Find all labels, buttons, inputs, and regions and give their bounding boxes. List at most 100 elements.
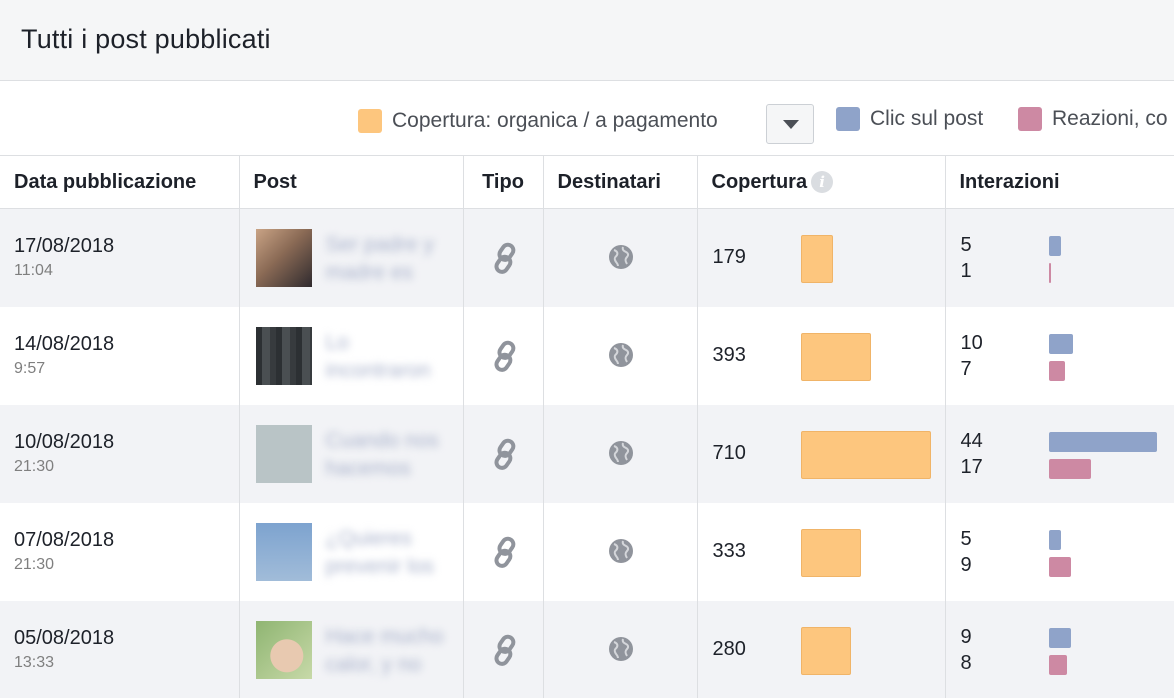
clicks-value: 5 bbox=[960, 234, 972, 256]
table-row[interactable]: 14/08/2018 9:57 Lo incontraron 393 10 7 bbox=[0, 306, 1174, 405]
reach-value: 280 bbox=[712, 637, 746, 660]
column-header-reach-label: Copertura bbox=[711, 170, 808, 193]
post-thumbnail[interactable] bbox=[255, 229, 312, 287]
post-date: 17/08/2018 bbox=[14, 235, 115, 257]
post-preview-line2: hacemos bbox=[325, 456, 411, 480]
table-row[interactable]: 07/08/2018 21:30 ¿Quieres prevenir los 33… bbox=[0, 502, 1174, 601]
cell-post[interactable]: Cuando nos hacemos bbox=[239, 404, 464, 503]
post-preview[interactable]: ¿Quieres prevenir los bbox=[326, 525, 435, 581]
clicks-bar bbox=[1048, 431, 1157, 452]
cell-post[interactable]: Hace mucho calor, y no bbox=[239, 600, 464, 698]
post-date: 14/08/2018 bbox=[14, 332, 115, 355]
post-thumbnail[interactable] bbox=[255, 424, 312, 483]
reactions-value: 17 bbox=[960, 455, 983, 478]
legend-reach-label: Copertura: organica / a pagamento bbox=[392, 109, 718, 132]
column-header-reach[interactable]: Copertura i bbox=[697, 155, 946, 209]
post-preview-line1: Hace mucho bbox=[325, 624, 444, 648]
reach-bar bbox=[800, 430, 931, 479]
post-preview[interactable]: Ser padre y madre es bbox=[326, 231, 435, 287]
clicks-value: 10 bbox=[960, 331, 983, 354]
post-preview-line1: Lo bbox=[325, 330, 349, 354]
post-preview[interactable]: Cuando nos hacemos bbox=[326, 427, 439, 483]
cell-reach: 280 bbox=[697, 600, 946, 698]
post-date: 07/08/2018 bbox=[14, 528, 115, 551]
column-header-interactions[interactable]: Interazioni bbox=[945, 155, 1174, 209]
reach-bar bbox=[800, 235, 833, 283]
cell-reach: 179 bbox=[697, 208, 946, 307]
table-row[interactable]: 17/08/2018 11:04 Ser padre y madre es 179… bbox=[0, 208, 1174, 307]
cell-date: 10/08/2018 21:30 bbox=[0, 404, 240, 503]
post-preview[interactable]: Lo incontraron bbox=[326, 329, 431, 385]
table-row[interactable]: 10/08/2018 21:30 Cuando nos hacemos 710 4… bbox=[0, 404, 1174, 503]
cell-type bbox=[463, 502, 544, 601]
clicks-value: 44 bbox=[960, 429, 983, 452]
chevron-down-icon bbox=[783, 120, 799, 129]
legend-reactions: Reazioni, co bbox=[1018, 105, 1168, 133]
column-header-date[interactable]: Data pubblicazione bbox=[0, 155, 240, 209]
reach-type-dropdown[interactable] bbox=[766, 104, 814, 144]
cell-audience bbox=[543, 600, 698, 698]
column-header-audience[interactable]: Destinatari bbox=[543, 155, 698, 209]
globe-icon bbox=[608, 538, 633, 563]
column-header-post[interactable]: Post bbox=[239, 155, 464, 209]
clicks-bar bbox=[1048, 236, 1061, 256]
reach-value: 710 bbox=[712, 441, 746, 464]
post-time: 21:30 bbox=[14, 555, 55, 573]
post-preview[interactable]: Hace mucho calor, y no bbox=[326, 623, 444, 679]
post-thumbnail[interactable] bbox=[255, 522, 312, 581]
legend-reactions-label: Reazioni, co bbox=[1052, 107, 1168, 130]
post-preview-line2: prevenir los bbox=[325, 554, 435, 578]
post-preview-line1: Cuando nos bbox=[325, 428, 439, 452]
post-preview-line2: calor, y no bbox=[325, 652, 422, 676]
cell-date: 07/08/2018 21:30 bbox=[0, 502, 240, 601]
reach-value: 393 bbox=[712, 343, 746, 366]
cell-interactions: 9 8 bbox=[945, 600, 1174, 698]
legend-reach-swatch bbox=[358, 109, 382, 133]
cell-interactions: 5 1 bbox=[945, 208, 1174, 307]
clicks-value: 5 bbox=[960, 527, 972, 550]
cell-type bbox=[463, 600, 544, 698]
post-time: 11:04 bbox=[14, 262, 53, 279]
page-header: Tutti i post pubblicati bbox=[0, 0, 1174, 81]
post-preview-line2: madre es bbox=[325, 261, 414, 284]
info-icon[interactable]: i bbox=[811, 171, 834, 194]
reactions-value: 7 bbox=[960, 357, 972, 380]
reactions-bar bbox=[1048, 556, 1071, 577]
globe-icon bbox=[608, 342, 633, 367]
cell-audience bbox=[543, 502, 698, 601]
link-icon bbox=[493, 242, 515, 274]
legend-clicks-swatch bbox=[836, 107, 860, 131]
legend-reactions-swatch bbox=[1018, 107, 1042, 131]
reach-value: 333 bbox=[712, 539, 746, 562]
cell-interactions: 44 17 bbox=[945, 404, 1174, 503]
post-time: 13:33 bbox=[14, 653, 55, 671]
reactions-bar bbox=[1048, 654, 1067, 675]
reactions-value: 8 bbox=[960, 651, 972, 674]
reactions-bar bbox=[1048, 263, 1051, 283]
post-time: 21:30 bbox=[14, 457, 55, 475]
cell-post[interactable]: Ser padre y madre es bbox=[239, 208, 464, 307]
post-thumbnail[interactable] bbox=[255, 326, 312, 385]
table-row[interactable]: 05/08/2018 13:33 Hace mucho calor, y no 2… bbox=[0, 600, 1174, 698]
reactions-bar bbox=[1048, 360, 1065, 381]
post-thumbnail[interactable] bbox=[255, 620, 312, 679]
post-date: 05/08/2018 bbox=[14, 626, 115, 649]
link-icon bbox=[493, 438, 515, 470]
cell-interactions: 10 7 bbox=[945, 306, 1174, 405]
cell-interactions: 5 9 bbox=[945, 502, 1174, 601]
legend-bar: Copertura: organica / a pagamento Clic s… bbox=[0, 81, 1174, 155]
cell-date: 14/08/2018 9:57 bbox=[0, 306, 240, 405]
column-header-type[interactable]: Tipo bbox=[463, 155, 544, 209]
clicks-value: 9 bbox=[960, 625, 972, 648]
reach-value: 179 bbox=[712, 246, 746, 268]
cell-type bbox=[463, 306, 544, 405]
cell-audience bbox=[543, 404, 698, 503]
table-header-row: Data pubblicazione Post Tipo Destinatari… bbox=[0, 155, 1174, 209]
cell-type bbox=[463, 404, 544, 503]
globe-icon bbox=[608, 440, 633, 465]
cell-post[interactable]: ¿Quieres prevenir los bbox=[239, 502, 464, 601]
cell-date: 05/08/2018 13:33 bbox=[0, 600, 240, 698]
cell-post[interactable]: Lo incontraron bbox=[239, 306, 464, 405]
posts-table: Data pubblicazione Post Tipo Destinatari… bbox=[0, 155, 1174, 698]
cell-reach: 710 bbox=[697, 404, 946, 503]
